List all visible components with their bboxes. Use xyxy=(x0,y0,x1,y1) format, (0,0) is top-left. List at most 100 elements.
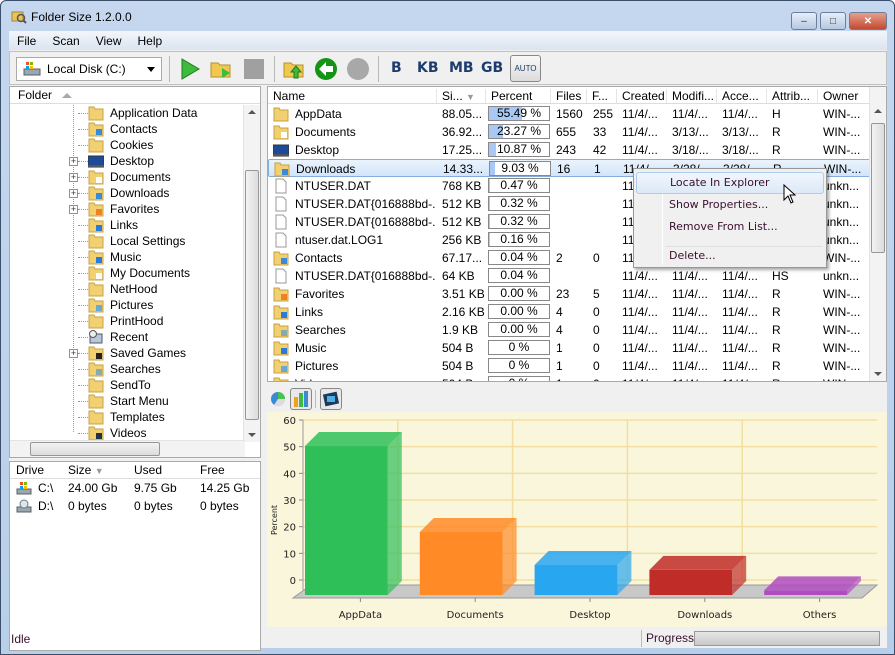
list-row[interactable]: Favorites 3.51 KB 0.00 % 23 5 11/4/... 11/4/..… xyxy=(268,285,871,303)
drive-row[interactable]: C:\ 24.00 Gb 9.75 Gb 14.25 Gb xyxy=(10,479,260,497)
tree-item[interactable]: Recent xyxy=(10,329,246,345)
menu-help[interactable]: Help xyxy=(130,34,171,48)
cell-created: 11/4/... xyxy=(622,269,658,283)
menu-delete[interactable]: Delete... xyxy=(636,245,824,267)
col-accessed[interactable]: Acce... xyxy=(717,89,767,103)
col-name[interactable]: Name xyxy=(268,89,437,103)
tree-item[interactable]: Application Data xyxy=(10,105,246,121)
cell-percent: 0 % xyxy=(489,377,549,382)
unit-auto-button[interactable]: AUTO xyxy=(510,55,541,82)
list-row[interactable]: NTUSER.DAT{016888bd-... 64 KB 0.04 % 11/4/.… xyxy=(268,267,871,285)
list-row[interactable]: Videos 504 B0 % 1 0 11/4/... 11/4/... 11/4/...… xyxy=(268,375,871,382)
folder-icon xyxy=(273,359,289,374)
menu-file[interactable]: File xyxy=(9,34,44,48)
cell-size: 504 B xyxy=(442,377,486,381)
col-owner[interactable]: Owner xyxy=(818,89,871,103)
drive-row[interactable]: D:\ 0 bytes 0 bytes 0 bytes xyxy=(10,497,260,515)
menu-remove-from-list[interactable]: Remove From List... xyxy=(636,216,824,238)
tree-item[interactable]: Start Menu xyxy=(10,393,246,409)
tree-item[interactable]: + Documents xyxy=(10,169,246,185)
list-vertical-scrollbar[interactable] xyxy=(869,87,886,381)
menu-scan[interactable]: Scan xyxy=(44,34,87,48)
tree-item[interactable]: Cookies xyxy=(10,137,246,153)
tree-item[interactable]: + Saved Games xyxy=(10,345,246,361)
scrollbar-thumb[interactable] xyxy=(30,442,160,456)
col-folders[interactable]: F... xyxy=(587,89,617,103)
tree-item[interactable]: + Downloads xyxy=(10,185,246,201)
tree-item[interactable]: + Desktop xyxy=(10,153,246,169)
col-attributes[interactable]: Attrib... xyxy=(767,89,818,103)
cell-percent: 9.03 % xyxy=(501,161,539,175)
back-icon[interactable] xyxy=(314,57,338,81)
open-folder-icon[interactable] xyxy=(209,57,233,81)
folder-icon xyxy=(88,234,104,248)
folder-tree-header[interactable]: Folder xyxy=(10,87,260,104)
unit-kb-button[interactable]: KB xyxy=(417,60,439,76)
drives-col-drive[interactable]: Drive xyxy=(10,463,62,477)
tree-item[interactable]: NetHood xyxy=(10,281,246,297)
list-row[interactable]: AppData 88.05... 55.49 % 1560 255 11/4/... 11/… xyxy=(268,105,871,123)
drive-select[interactable]: Local Disk (C:) xyxy=(16,57,162,81)
col-percent[interactable]: Percent xyxy=(486,89,551,103)
cell-created: 11/4/... xyxy=(622,287,658,301)
scrollbar-thumb[interactable] xyxy=(245,170,259,420)
tree-item[interactable]: + Favorites xyxy=(10,201,246,217)
tree-item-label: Recent xyxy=(110,330,149,344)
disabled-circle-icon[interactable] xyxy=(346,57,370,81)
export-image-button[interactable] xyxy=(320,388,342,410)
tree-item[interactable]: Links xyxy=(10,217,246,233)
unit-mb-button[interactable]: MB xyxy=(449,60,474,76)
scroll-up-arrow[interactable] xyxy=(248,110,256,114)
col-files[interactable]: Files xyxy=(551,89,587,103)
close-button[interactable]: ✕ xyxy=(849,12,887,30)
stop-icon[interactable] xyxy=(242,57,266,81)
tree-item[interactable]: Pictures xyxy=(10,297,246,313)
scrollbar-thumb[interactable] xyxy=(871,123,885,253)
pie-chart-icon[interactable] xyxy=(270,391,286,407)
list-row[interactable]: Desktop 17.25... 10.87 % 243 42 11/4/... 3/18/… xyxy=(268,141,871,159)
col-size[interactable]: Si... ▼ xyxy=(437,89,486,103)
list-row[interactable]: Pictures 504 B 0 % 1 0 11/4/... 11/4/... 11/4/.… xyxy=(268,357,871,375)
percent-bar: 0.00 % xyxy=(488,322,550,337)
list-row[interactable]: Documents 36.92... 23.27 % 655 33 11/4/... 3/1… xyxy=(268,123,871,141)
bar-chart-button[interactable] xyxy=(290,388,312,410)
tree-item[interactable]: Templates xyxy=(10,409,246,425)
list-row[interactable]: Searches 1.9 KB 0.00 % 4 0 11/4/... 11/4/... 11… xyxy=(268,321,871,339)
scroll-up-arrow[interactable] xyxy=(874,109,882,113)
list-row[interactable]: Links 2.16 KB 0.00 % 4 0 11/4/... 11/4/... 11/4… xyxy=(268,303,871,321)
tree-item[interactable]: Searches xyxy=(10,361,246,377)
tree-item[interactable]: PrintHood xyxy=(10,313,246,329)
expand-icon[interactable]: + xyxy=(69,156,78,166)
scroll-down-arrow[interactable] xyxy=(248,433,256,437)
drives-col-size[interactable]: Size ▼ xyxy=(62,463,128,477)
play-icon[interactable] xyxy=(178,57,202,81)
menu-view[interactable]: View xyxy=(88,34,130,48)
expand-icon[interactable]: + xyxy=(69,348,78,358)
tree-item[interactable]: Music xyxy=(10,249,246,265)
col-created[interactable]: Created xyxy=(617,89,667,103)
expand-icon[interactable]: + xyxy=(69,188,78,198)
unit-gb-button[interactable]: GB xyxy=(481,60,503,76)
tree-vertical-scrollbar[interactable] xyxy=(243,105,260,442)
cell-name: Favorites xyxy=(295,287,345,301)
expand-icon[interactable]: + xyxy=(69,172,78,182)
tree-item-label: Pictures xyxy=(110,298,154,312)
cell-owner: WIN-... xyxy=(823,107,861,121)
tree-item[interactable]: SendTo xyxy=(10,377,246,393)
unit-bytes-button[interactable]: B xyxy=(391,60,402,76)
minimize-button[interactable]: – xyxy=(791,12,817,30)
scroll-down-arrow[interactable] xyxy=(874,372,882,376)
up-folder-icon[interactable] xyxy=(282,57,306,81)
list-row[interactable]: Music 504 B 0 % 1 0 11/4/... 11/4/... 11/4/... R… xyxy=(268,339,871,357)
col-modified[interactable]: Modifi... xyxy=(667,89,717,103)
tree-item[interactable]: Contacts xyxy=(10,121,246,137)
tree-horizontal-scrollbar[interactable] xyxy=(10,440,245,457)
tree-item[interactable]: Local Settings xyxy=(10,233,246,249)
tree-item[interactable]: Videos xyxy=(10,425,246,441)
drives-col-used[interactable]: Used xyxy=(128,463,194,477)
percent-bar: 0.16 % xyxy=(488,232,550,247)
drives-col-free[interactable]: Free xyxy=(194,463,260,477)
maximize-button[interactable]: □ xyxy=(820,12,846,30)
tree-item[interactable]: My Documents xyxy=(10,265,246,281)
expand-icon[interactable]: + xyxy=(69,204,78,214)
